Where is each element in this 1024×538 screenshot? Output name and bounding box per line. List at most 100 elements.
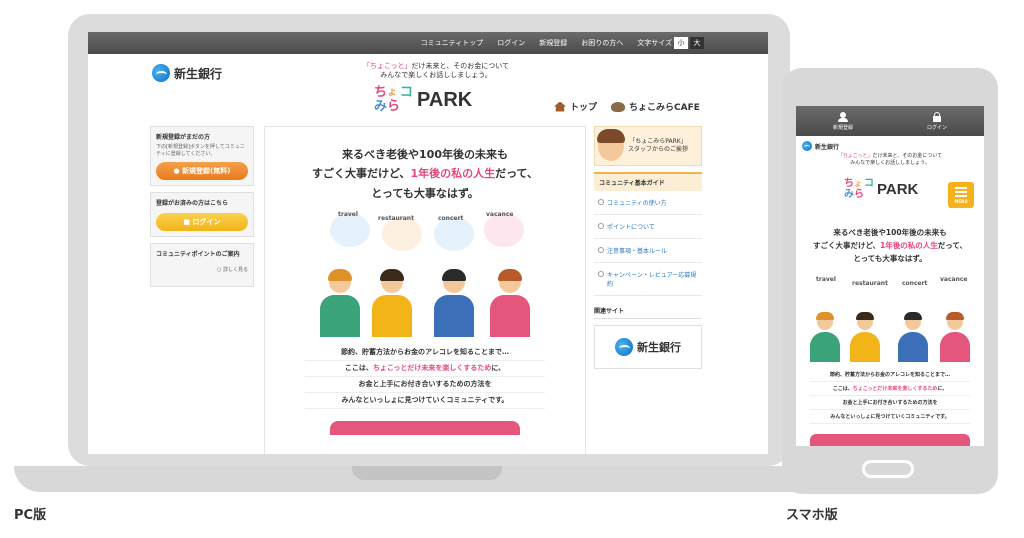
logo-letter: コ <box>864 178 874 189</box>
bubble-label-travel: travel <box>338 210 358 218</box>
pc-topbar: コミュニティトップ ログイン 新規登録 お困りの方へ 文字サイズ 小 大 <box>88 32 768 54</box>
topbar-link-community-top[interactable]: コミュニティトップ <box>421 38 484 48</box>
hamburger-menu-button[interactable]: MENU <box>948 182 974 208</box>
register-desc: 下の[新規登録]ボタンを押してコミュニティに登録してください。 <box>156 144 245 157</box>
sp-intro-text: 節約、貯蓄方法からお金のアレコレを知ることまで… ここは、ちょこっとだけ未来を楽… <box>796 368 984 424</box>
concert-bubble <box>434 216 474 251</box>
left-sidebar: 新規登録がまだの方 下の[新規登録]ボタンを押してコミュニティに登録してください… <box>150 126 254 293</box>
sp-bank-name: 新生銀行 <box>815 143 840 151</box>
topbar-link-help[interactable]: お困りの方へ <box>581 38 623 48</box>
register-title: 新規登録がまだの方 <box>156 134 211 141</box>
points-more-label: 詳しく見る <box>222 267 248 273</box>
sp-bank-logo[interactable]: 新生銀行 <box>796 136 984 151</box>
guide-item-campaign[interactable]: キャンペーン・レビュアー応募規約 <box>594 263 702 296</box>
guide-item-points[interactable]: ポイントについて <box>594 215 702 239</box>
sp-register-label: 新規登録 <box>832 124 853 131</box>
intro-line2a: ここは、 <box>344 363 373 372</box>
arrow-circle-icon <box>598 199 604 205</box>
pc-caption: PC版 <box>14 508 47 523</box>
guide-title: コミュニティ基本ガイド <box>594 172 702 191</box>
sp-intro-line2a: ここは、 <box>832 386 853 392</box>
house-icon <box>554 101 566 112</box>
staff-line2: スタッフからのご挨拶 <box>628 146 689 153</box>
font-size-small-button[interactable]: 小 <box>674 37 688 49</box>
hero-line2c: だって、 <box>495 167 538 181</box>
bank-name: 新生銀行 <box>174 66 223 81</box>
pc-screen: コミュニティトップ ログイン 新規登録 お困りの方へ 文字サイズ 小 大 新生銀… <box>88 32 768 454</box>
right-sidebar: 「ちょこみらPARK」 スタッフからのご挨拶 コミュニティ基本ガイド コミュニテ… <box>594 126 702 369</box>
hero-illustration: travel restaurant concert vacance <box>320 211 530 337</box>
register-button[interactable]: ● 新規登録(無料) <box>156 162 248 180</box>
login-box: 登録がお済みの方はこちら ■ ログイン <box>150 192 254 237</box>
guide-item-usage[interactable]: コミュニティの使い方 <box>594 191 702 215</box>
topbar-link-login[interactable]: ログイン <box>497 38 525 48</box>
guide-item-label: コミュニティの使い方 <box>607 200 667 207</box>
points-title: コミュニティポイントのご案内 <box>156 251 240 258</box>
main-content: 来るべき老後や100年後の未来も すごく大事だけど、1年後の私の人生だって、 と… <box>264 126 586 454</box>
bank-logo-icon <box>802 141 812 151</box>
sp-intro-line3: お金と上手にお付き合いするための方法を <box>810 396 970 410</box>
person-illustration <box>320 268 360 337</box>
staff-line1: 「ちょこみらPARK」 <box>629 137 687 145</box>
person-illustration <box>898 312 928 362</box>
sp-caption: スマホ版 <box>786 508 838 523</box>
nav-top[interactable]: トップ <box>554 100 597 113</box>
hero-heading: 来るべき老後や100年後の未来も すごく大事だけど、1年後の私の人生だって、 と… <box>265 145 585 203</box>
sp-intro-line2b: に、 <box>937 386 948 392</box>
person-icon: ● <box>173 167 183 175</box>
register-button-label: 新規登録(無料) <box>182 167 231 175</box>
tagline-pink: 「ちょこっと」 <box>362 62 412 70</box>
logo-letter: ら <box>854 189 864 200</box>
bank-logo[interactable]: 新生銀行 <box>152 64 222 82</box>
tagline-line1: だけ未来と、そのお金について <box>411 62 510 70</box>
bubble-label-restaurant: restaurant <box>378 214 414 222</box>
restaurant-bubble <box>382 216 422 251</box>
sp-tagline-line2: みんなで楽しくお話ししましょう。 <box>850 160 930 166</box>
nav-cafe-label: ちょこみらCAFE <box>629 103 700 113</box>
guide-item-rules[interactable]: 注意事項・基本ルール <box>594 239 702 263</box>
chat-bubble-icon <box>611 101 626 112</box>
staff-greeting-banner[interactable]: 「ちょこみらPARK」 スタッフからのご挨拶 <box>594 126 702 166</box>
login-button[interactable]: ■ ログイン <box>156 213 248 231</box>
bubble-label-vacance: vacance <box>486 210 514 218</box>
sp-tagline: 「ちょこっと」だけ未来と、そのお金について みんなで楽しくお話ししましょう。 <box>796 153 984 167</box>
bank-logo-icon <box>152 64 170 82</box>
vacance-bubble <box>484 212 524 247</box>
related-bank-banner[interactable]: 新生銀行 <box>594 325 702 369</box>
points-more-link[interactable]: ○ 詳しく見る <box>156 266 248 273</box>
topbar-link-register[interactable]: 新規登録 <box>539 38 567 48</box>
sp-park-logo[interactable]: ち ょ コ み ら PARK <box>844 178 918 200</box>
related-bank-name: 新生銀行 <box>637 341 681 354</box>
register-box: 新規登録がまだの方 下の[新規登録]ボタンを押してコミュニティに登録してください… <box>150 126 254 186</box>
lock-icon <box>932 111 941 122</box>
login-title: 登録がお済みの方はこちら <box>156 200 229 207</box>
font-size-label: 文字サイズ <box>637 39 672 47</box>
hero-line3: とっても大事なはず。 <box>371 186 479 200</box>
related-sites-title: 関連サイト <box>594 306 702 319</box>
sp-cta-button[interactable] <box>810 434 970 446</box>
site-tagline: 「ちょこっと」だけ未来と、そのお金について みんなで楽しくお話ししましょう。 <box>356 62 516 81</box>
logo-letter: み <box>374 99 388 114</box>
park-logo[interactable]: ち ょ コ み ら PARK <box>374 86 472 114</box>
sp-hero-line2-emphasis: 1年後の私の人生 <box>880 241 938 251</box>
arrow-circle-icon <box>598 271 604 277</box>
logo-park-word: PARK <box>417 88 473 111</box>
cta-button[interactable] <box>330 420 520 435</box>
sp-hero-line1: 来るべき老後や100年後の未来も <box>833 228 947 237</box>
person-illustration <box>940 312 970 362</box>
logo-park-word: PARK <box>877 180 919 198</box>
sp-hero-heading: 来るべき老後や100年後の未来も すごく大事だけど、1年後の私の人生だって、 と… <box>796 226 984 265</box>
hero-line2-emphasis: 1年後の私の人生 <box>410 167 496 181</box>
sp-login-link[interactable]: ログイン <box>927 111 947 131</box>
intro-line2b: に、 <box>491 363 506 372</box>
bubble-label-restaurant: restaurant <box>852 280 888 287</box>
guide-item-label: キャンペーン・レビュアー応募規約 <box>607 272 697 288</box>
sp-register-link[interactable]: 新規登録 <box>832 111 853 131</box>
font-size-large-button[interactable]: 大 <box>690 37 704 49</box>
font-size-switcher: 文字サイズ 小 大 <box>637 37 704 49</box>
intro-line2-emphasis: ちょこっとだけ未来を楽しくするため <box>372 363 492 372</box>
sp-hero-line3: とっても大事なはず。 <box>853 254 927 264</box>
bubble-label-travel: travel <box>816 276 836 283</box>
sp-tagline-line1: だけ未来と、そのお金について <box>872 153 943 159</box>
nav-cafe[interactable]: ちょこみらCAFE <box>611 100 700 113</box>
